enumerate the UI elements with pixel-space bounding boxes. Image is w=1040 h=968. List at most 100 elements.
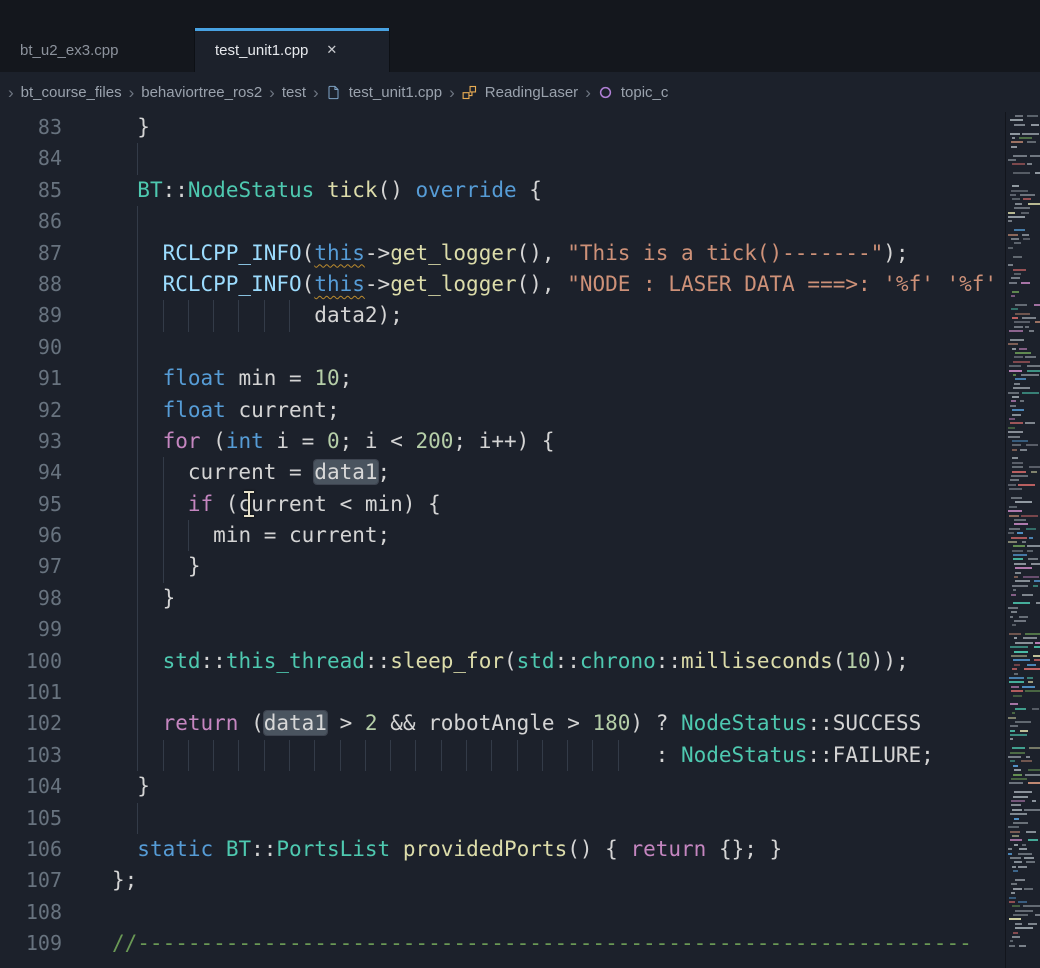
line-number: 99	[0, 614, 62, 645]
indent-guide	[213, 740, 214, 771]
code-text[interactable]: //--------------------------------------…	[62, 928, 1005, 959]
line-number: 87	[0, 238, 62, 269]
indent-guide	[137, 238, 138, 269]
tab-bt_u2_ex3.cpp[interactable]: bt_u2_ex3.cpp	[0, 28, 195, 72]
indent-guide	[188, 300, 189, 331]
code-line: 101	[0, 677, 1005, 708]
code-text[interactable]: BT::NodeStatus tick() override {	[62, 175, 1005, 206]
code-line: 109//-----------------------------------…	[0, 928, 1005, 959]
code-line: 92 float current;	[0, 395, 1005, 426]
code-line: 108	[0, 897, 1005, 928]
chevron-right-icon: ›	[8, 84, 14, 101]
line-number: 109	[0, 928, 62, 959]
indent-guide	[238, 300, 239, 331]
indent-guide	[238, 740, 239, 771]
indent-guide	[163, 457, 164, 488]
breadcrumb-item-topic_c[interactable]: topic_c	[621, 84, 669, 101]
code-text[interactable]	[62, 332, 1005, 363]
close-icon[interactable]: ✕	[326, 42, 337, 58]
code-text[interactable]: current = data1;	[62, 457, 1005, 488]
vscode-window: { "theme": { "accent_blue": "#48a2e2", "…	[0, 0, 1040, 968]
line-number: 108	[0, 897, 62, 928]
code-text[interactable]: float current;	[62, 395, 1005, 426]
tab-bar: bt_u2_ex3.cpp test_unit1.cpp ✕	[0, 28, 1040, 72]
indent-guide	[314, 740, 315, 771]
code-text[interactable]	[62, 677, 1005, 708]
code-line: 99	[0, 614, 1005, 645]
code-line: 88 RCLCPP_INFO(this->get_logger(), "NODE…	[0, 269, 1005, 300]
breadcrumb-item-behaviortree_ros2[interactable]: behaviortree_ros2	[141, 84, 262, 101]
code-text[interactable]: data2);	[62, 300, 1005, 331]
tab-label: bt_u2_ex3.cpp	[20, 42, 118, 59]
indent-guide	[137, 740, 138, 771]
line-number: 103	[0, 740, 62, 771]
code-area[interactable]: 83 }8485 BT::NodeStatus tick() override …	[0, 112, 1005, 968]
indent-guide	[390, 740, 391, 771]
line-number: 105	[0, 803, 62, 834]
indent-guide	[137, 332, 138, 363]
indent-guide	[466, 740, 467, 771]
indent-guide	[163, 520, 164, 551]
indent-guide	[163, 740, 164, 771]
code-text[interactable]: }	[62, 112, 1005, 143]
indent-guide	[365, 740, 366, 771]
indent-guide	[163, 489, 164, 520]
line-number: 93	[0, 426, 62, 457]
indent-guide	[137, 803, 138, 834]
line-number: 83	[0, 112, 62, 143]
code-line: 107};	[0, 865, 1005, 896]
code-text[interactable]: RCLCPP_INFO(this->get_logger(), "NODE : …	[62, 269, 1005, 300]
indent-guide	[264, 740, 265, 771]
code-line: 106 static BT::PortsList providedPorts()…	[0, 834, 1005, 865]
titlebar	[0, 0, 1040, 28]
tab-test_unit1.cpp[interactable]: test_unit1.cpp ✕	[195, 28, 390, 72]
line-number: 104	[0, 771, 62, 802]
code-text[interactable]: }	[62, 771, 1005, 802]
code-text[interactable]: if (current < min) {	[62, 489, 1005, 520]
indent-guide	[137, 583, 138, 614]
chevron-right-icon: ›	[269, 84, 275, 101]
breadcrumb-item-test[interactable]: test	[282, 84, 306, 101]
code-text[interactable]	[62, 143, 1005, 174]
code-text[interactable]	[62, 614, 1005, 645]
indent-guide	[137, 614, 138, 645]
code-line: 100 std::this_thread::sleep_for(std::chr…	[0, 646, 1005, 677]
indent-guide	[163, 300, 164, 331]
code-text[interactable]: : NodeStatus::FAILURE;	[62, 740, 1005, 771]
code-text[interactable]	[62, 206, 1005, 237]
indent-guide	[137, 520, 138, 551]
code-text[interactable]: return (data1 > 2 && robotAngle > 180) ?…	[62, 708, 1005, 739]
code-line: 105	[0, 803, 1005, 834]
code-line: 85 BT::NodeStatus tick() override {	[0, 175, 1005, 206]
code-line: 103 : NodeStatus::FAILURE;	[0, 740, 1005, 771]
code-text[interactable]	[62, 803, 1005, 834]
line-number: 84	[0, 143, 62, 174]
indent-guide	[592, 740, 593, 771]
chevron-right-icon: ›	[449, 84, 455, 101]
line-number: 106	[0, 834, 62, 865]
line-number: 96	[0, 520, 62, 551]
code-text[interactable]: RCLCPP_INFO(this->get_logger(), "This is…	[62, 238, 1005, 269]
line-number: 95	[0, 489, 62, 520]
breadcrumb-item-ReadingLaser[interactable]: ReadingLaser	[485, 84, 578, 101]
code-text[interactable]: std::this_thread::sleep_for(std::chrono:…	[62, 646, 1005, 677]
code-line: 98 }	[0, 583, 1005, 614]
line-number: 92	[0, 395, 62, 426]
code-text[interactable]: float min = 10;	[62, 363, 1005, 394]
indent-guide	[137, 489, 138, 520]
code-text[interactable]	[62, 897, 1005, 928]
code-text[interactable]: }	[62, 583, 1005, 614]
code-line: 95 if (current < min) {	[0, 489, 1005, 520]
breadcrumb-item-bt_course_files[interactable]: bt_course_files	[21, 84, 122, 101]
breadcrumb-item-test_unit1.cpp[interactable]: test_unit1.cpp	[349, 84, 442, 101]
code-text[interactable]: };	[62, 865, 1005, 896]
tab-label: test_unit1.cpp	[215, 42, 308, 59]
indent-guide	[213, 300, 214, 331]
code-text[interactable]: for (int i = 0; i < 200; i++) {	[62, 426, 1005, 457]
code-text[interactable]: min = current;	[62, 520, 1005, 551]
code-text[interactable]: }	[62, 551, 1005, 582]
code-text[interactable]: static BT::PortsList providedPorts() { r…	[62, 834, 1005, 865]
minimap[interactable]	[1005, 112, 1040, 968]
breadcrumb: ›bt_course_files›behaviortree_ros2›test›…	[0, 72, 1040, 112]
line-number: 100	[0, 646, 62, 677]
